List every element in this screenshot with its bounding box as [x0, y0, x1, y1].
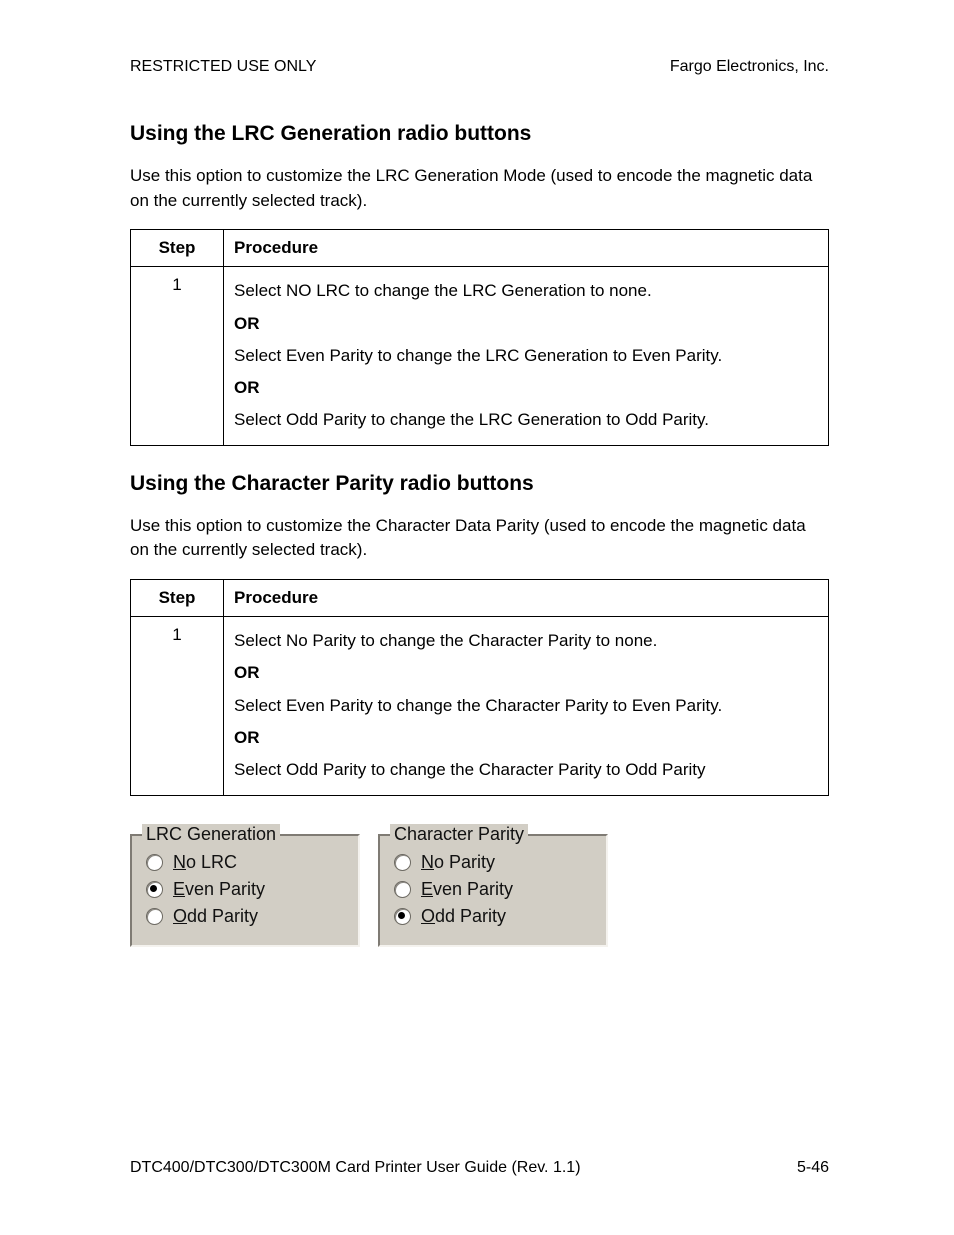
section2-line1: Select No Parity to change the Character…	[234, 625, 818, 657]
section2-or1: OR	[234, 657, 818, 689]
header-right: Fargo Electronics, Inc.	[670, 58, 829, 76]
radio-label: Odd Parity	[173, 906, 258, 927]
section1-line1: Select NO LRC to change the LRC Generati…	[234, 275, 818, 307]
lrc-no-lrc-radio[interactable]: No LRC	[146, 852, 344, 873]
lrc-generation-legend: LRC Generation	[142, 824, 280, 845]
lrc-even-parity-radio[interactable]: Even Parity	[146, 879, 344, 900]
section1-intro: Use this option to customize the LRC Gen…	[130, 164, 829, 213]
section2-or2: OR	[234, 722, 818, 754]
cp-even-parity-radio[interactable]: Even Parity	[394, 879, 592, 900]
section2-col2: Procedure	[224, 580, 829, 617]
lrc-generation-group: LRC Generation No LRC Even Parity Odd Pa…	[130, 834, 360, 947]
character-parity-legend: Character Parity	[390, 824, 528, 845]
page-header: RESTRICTED USE ONLY Fargo Electronics, I…	[130, 58, 829, 76]
section2-table: Step Procedure 1 Select No Parity to cha…	[130, 579, 829, 795]
radio-label: Odd Parity	[421, 906, 506, 927]
radio-icon	[394, 854, 411, 871]
page-footer: DTC400/DTC300/DTC300M Card Printer User …	[130, 1159, 829, 1177]
section2-line2: Select Even Parity to change the Charact…	[234, 690, 818, 722]
radio-label: Even Parity	[173, 879, 265, 900]
section1-procedure: Select NO LRC to change the LRC Generati…	[224, 267, 829, 445]
section2-line3: Select Odd Parity to change the Characte…	[234, 754, 818, 786]
cp-no-parity-radio[interactable]: No Parity	[394, 852, 592, 873]
radio-icon-selected	[146, 881, 163, 898]
radio-icon	[394, 881, 411, 898]
radio-icon	[146, 908, 163, 925]
ui-figure: LRC Generation No LRC Even Parity Odd Pa…	[130, 834, 829, 947]
section1-or1: OR	[234, 308, 818, 340]
section1-col2: Procedure	[224, 230, 829, 267]
section2-col1: Step	[131, 580, 224, 617]
footer-left: DTC400/DTC300/DTC300M Card Printer User …	[130, 1159, 581, 1177]
section1-table: Step Procedure 1 Select NO LRC to change…	[130, 229, 829, 445]
radio-icon-selected	[394, 908, 411, 925]
section2-procedure: Select No Parity to change the Character…	[224, 617, 829, 795]
radio-label: No Parity	[421, 852, 495, 873]
cp-odd-parity-radio[interactable]: Odd Parity	[394, 906, 592, 927]
lrc-odd-parity-radio[interactable]: Odd Parity	[146, 906, 344, 927]
section2-heading: Using the Character Parity radio buttons	[130, 472, 829, 496]
section1-heading: Using the LRC Generation radio buttons	[130, 122, 829, 146]
section2-intro: Use this option to customize the Charact…	[130, 514, 829, 563]
footer-right: 5-46	[797, 1159, 829, 1177]
header-left: RESTRICTED USE ONLY	[130, 58, 316, 76]
section1-step: 1	[131, 267, 224, 445]
section1-or2: OR	[234, 372, 818, 404]
radio-label: No LRC	[173, 852, 237, 873]
section2-step: 1	[131, 617, 224, 795]
radio-icon	[146, 854, 163, 871]
page: RESTRICTED USE ONLY Fargo Electronics, I…	[0, 0, 954, 1235]
radio-label: Even Parity	[421, 879, 513, 900]
section1-col1: Step	[131, 230, 224, 267]
section1-line3: Select Odd Parity to change the LRC Gene…	[234, 404, 818, 436]
section1-line2: Select Even Parity to change the LRC Gen…	[234, 340, 818, 372]
character-parity-group: Character Parity No Parity Even Parity O…	[378, 834, 608, 947]
